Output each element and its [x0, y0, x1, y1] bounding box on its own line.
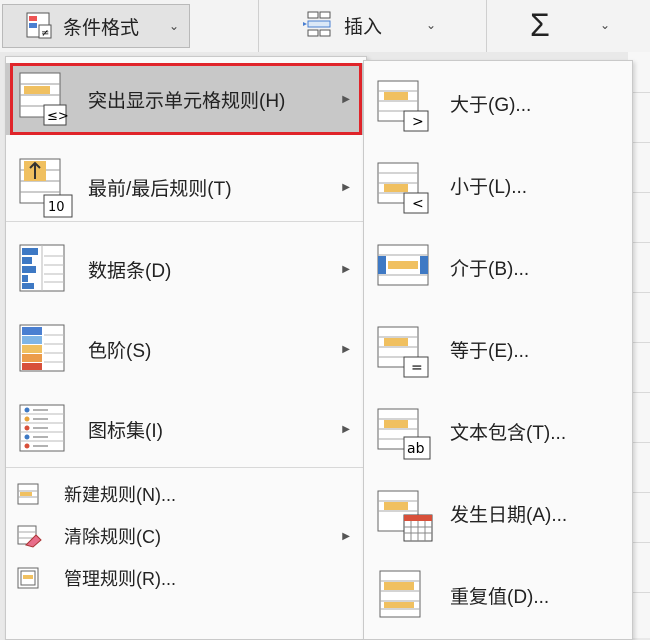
menu-item-clear-rules[interactable]: 清除规则(C) ▶ [6, 515, 366, 557]
menu-item-label: 数据条(D) [88, 260, 172, 282]
submenu-arrow-icon: ▶ [342, 263, 350, 275]
submenu-item-date-occurring[interactable]: 发生日期(A)... [364, 473, 632, 553]
submenu-arrow-icon: ▶ [342, 423, 350, 435]
color-scales-icon [19, 324, 65, 372]
autosum-button[interactable]: Σ ⌄ [520, 4, 620, 46]
between-icon [377, 244, 429, 286]
menu-item-icon-sets[interactable]: 图标集(I) ▶ [6, 389, 366, 469]
clear-rules-icon [17, 525, 42, 548]
highlight-frame [10, 63, 362, 135]
insert-icon [303, 11, 331, 37]
menu-item-label: 新建规则(N)... [64, 485, 176, 505]
menu-item-top-bottom-rules[interactable]: 10 最前/最后规则(T) ▶ [6, 147, 366, 227]
ribbon-divider [486, 0, 487, 52]
conditional-format-icon: ≠ [26, 12, 52, 39]
svg-text:≠: ≠ [41, 28, 49, 39]
menu-item-data-bars[interactable]: 数据条(D) ▶ [6, 229, 366, 309]
menu-item-label: 管理规则(R)... [64, 569, 176, 589]
chevron-down-icon: ⌄ [168, 19, 179, 33]
top-bottom-icon: 10 [19, 158, 73, 218]
submenu-item-label: 重复值(D)... [450, 586, 550, 608]
text-contains-badge: ab [407, 441, 425, 457]
submenu-item-label: 文本包含(T)... [450, 422, 567, 444]
insert-button[interactable]: 插入 ⌄ [296, 4, 446, 46]
menu-item-new-rule[interactable]: 新建规则(N)... [6, 473, 366, 515]
chevron-down-icon: ⌄ [599, 18, 610, 32]
ribbon-divider [258, 0, 259, 52]
less-than-icon: < [377, 162, 429, 214]
submenu-item-duplicate-values[interactable]: 重复值(D)... [364, 555, 632, 635]
menu-item-color-scales[interactable]: 色阶(S) ▶ [6, 309, 366, 389]
menu-item-label: 最前/最后规则(T) [88, 178, 232, 200]
insert-label: 插入 [344, 16, 383, 38]
equal-to-badge: = [411, 360, 423, 376]
submenu-item-equal-to[interactable]: = 等于(E)... [364, 309, 632, 389]
greater-than-icon: > [377, 80, 429, 132]
submenu-arrow-icon: ▶ [342, 530, 350, 542]
greater-than-badge: > [412, 114, 424, 130]
sum-icon: Σ [530, 6, 550, 43]
submenu-item-label: 大于(G)... [450, 94, 532, 116]
menu-item-label: 色阶(S) [88, 340, 152, 362]
submenu-arrow-icon: ▶ [342, 343, 350, 355]
submenu-item-text-contains[interactable]: ab 文本包含(T)... [364, 391, 632, 471]
duplicate-values-icon [379, 570, 421, 618]
menu-divider [6, 467, 366, 468]
equal-to-icon: = [377, 326, 429, 378]
submenu-item-label: 发生日期(A)... [450, 504, 568, 526]
menu-item-label: 图标集(I) [88, 420, 163, 442]
data-bars-icon [19, 244, 65, 292]
menu-item-label: 清除规则(C) [64, 527, 161, 547]
submenu-item-label: 介于(B)... [450, 258, 530, 280]
submenu-arrow-icon: ▶ [342, 181, 350, 193]
less-than-badge: < [412, 196, 424, 212]
menu-item-manage-rules[interactable]: 管理规则(R)... [6, 557, 366, 599]
submenu-item-label: 等于(E)... [450, 340, 530, 362]
conditional-format-label: 条件格式 [63, 17, 140, 39]
submenu-item-between[interactable]: 介于(B)... [364, 227, 632, 307]
menu-divider [6, 221, 366, 222]
highlight-cells-submenu: > 大于(G)... < 小于(L)... 介于(B)... = 等于(E)..… [363, 60, 633, 640]
ribbon: ≠ 条件格式 ⌄ 插入 ⌄ Σ ⌄ [0, 0, 650, 52]
conditional-format-menu: ≤> 突出显示单元格规则(H) ▶ 10 最前/最后规则(T) ▶ 数据条(D)… [5, 56, 367, 640]
chevron-down-icon: ⌄ [425, 18, 436, 32]
date-occurring-icon [377, 490, 433, 542]
new-rule-icon [17, 483, 39, 505]
icon-sets-icon [19, 404, 65, 452]
submenu-item-greater-than[interactable]: > 大于(G)... [364, 63, 632, 143]
submenu-item-label: 小于(L)... [450, 176, 528, 198]
manage-rules-icon [17, 567, 39, 589]
submenu-item-less-than[interactable]: < 小于(L)... [364, 145, 632, 225]
conditional-format-button[interactable]: ≠ 条件格式 ⌄ [2, 4, 190, 48]
top-ten-badge: 10 [48, 200, 65, 215]
text-contains-icon: ab [377, 408, 431, 460]
